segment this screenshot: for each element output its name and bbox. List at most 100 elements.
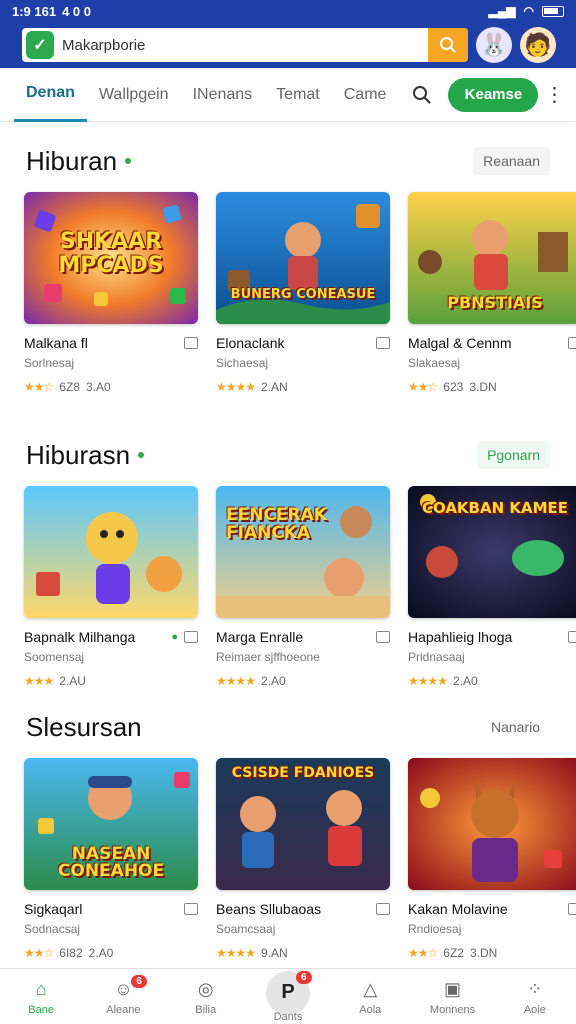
download-count: 3.A0 bbox=[85, 380, 111, 394]
game-title: Marga Enralle bbox=[216, 629, 304, 645]
nav-aleane[interactable]: ☺ 6 Aleane bbox=[82, 969, 164, 1024]
game-thumbnail[interactable] bbox=[408, 758, 576, 890]
nav-aola[interactable]: △ Aola bbox=[329, 969, 411, 1024]
bookmark-icon[interactable] bbox=[376, 903, 390, 915]
game-thumbnail[interactable]: SHKAAR MPCADS bbox=[24, 192, 198, 324]
bookmark-icon[interactable] bbox=[184, 903, 198, 915]
game-thumbnail[interactable] bbox=[24, 486, 198, 618]
game-card[interactable]: PBNSTIAIS Malgal & Cennm Slakaesaj ★★☆ 6… bbox=[408, 192, 576, 394]
search-bar[interactable]: ✓ Makarpborie bbox=[22, 28, 468, 62]
game-subtitle: Soamcsaaj bbox=[216, 922, 276, 936]
notification-badge: 6 bbox=[295, 971, 312, 984]
home-icon: ⌂ bbox=[35, 978, 47, 999]
signal-icon: ▂▄▆ bbox=[488, 4, 516, 18]
section-dot bbox=[138, 452, 145, 458]
game-card[interactable]: EENCERAK FIANCKA Marga Enralle Reimaer s… bbox=[216, 486, 390, 688]
game-thumbnail[interactable]: NASEAN CONEAHOE bbox=[24, 758, 198, 890]
game-subtitle: Rndioesaj bbox=[408, 922, 462, 936]
bookmark-icon[interactable] bbox=[376, 631, 390, 643]
nav-home[interactable]: ⌂ Bane bbox=[0, 969, 82, 1024]
game-subtitle: Slakaesaj bbox=[408, 356, 461, 370]
search-input[interactable]: Makarpborie bbox=[54, 37, 428, 54]
download-count: 2.A0 bbox=[261, 674, 286, 688]
section-title: Slesursan bbox=[26, 711, 142, 742]
section-see-more-link[interactable]: Nanario bbox=[481, 713, 550, 741]
nav-aoie[interactable]: ⁘ Aoie bbox=[494, 969, 576, 1024]
download-count: 2.A0 bbox=[453, 674, 478, 688]
tab-denan[interactable]: Denan bbox=[14, 68, 87, 122]
compass-icon: ◎ bbox=[197, 978, 214, 999]
game-title: Elonaclank bbox=[216, 335, 285, 351]
bookmark-icon[interactable] bbox=[184, 337, 198, 349]
game-thumbnail[interactable]: BUNERG CONEASUE bbox=[216, 192, 390, 324]
rating-stars: ★★☆ bbox=[408, 380, 438, 394]
avatar-character-2[interactable]: 🧑 bbox=[520, 27, 556, 63]
rating-stars: ★★★ bbox=[24, 674, 54, 688]
game-subtitle: Sichaesaj bbox=[216, 356, 269, 370]
bookmark-icon[interactable] bbox=[376, 337, 390, 349]
download-count: 2.A0 bbox=[88, 946, 114, 960]
game-card[interactable]: SHKAAR MPCADS Malkana fl Sorlnesaj ★★☆ 6… bbox=[24, 192, 198, 394]
game-thumbnail[interactable]: COAKBAN KAMEE bbox=[408, 486, 576, 618]
bookmark-icon[interactable] bbox=[568, 337, 576, 349]
section-title: Hiburan bbox=[26, 145, 118, 176]
rating-stars: ★★★★ bbox=[216, 946, 256, 960]
game-title: Malkana fl bbox=[24, 335, 88, 351]
thumbnail-art-title: BUNERG CONEASUE bbox=[230, 287, 376, 302]
more-vertical-icon[interactable]: ⋮ bbox=[542, 79, 566, 111]
section-see-more-link[interactable]: Pgonarn bbox=[477, 441, 550, 469]
tab-temat[interactable]: Temat bbox=[264, 68, 332, 122]
battery-icon bbox=[542, 5, 564, 17]
tab-inenans[interactable]: INenans bbox=[181, 68, 265, 122]
nav-monnens[interactable]: ▣ Monnens bbox=[411, 969, 493, 1024]
section-dot bbox=[125, 158, 132, 164]
tab-search-button[interactable] bbox=[406, 79, 438, 111]
avatar-character-1[interactable]: 🐰 bbox=[476, 27, 512, 63]
verified-icon: ● bbox=[171, 631, 178, 643]
search-button[interactable] bbox=[428, 28, 468, 62]
section-3: Slesursan Nanario NASEAN CONEAHOE Sigkaq… bbox=[0, 706, 576, 960]
game-thumbnail[interactable]: PBNSTIAIS bbox=[408, 192, 576, 324]
section-1: Hiburan Reanaan SHKAAR MPCADS Malkana fl… bbox=[0, 140, 576, 394]
game-card[interactable]: BUNERG CONEASUE Elonaclank Sichaesaj ★★★… bbox=[216, 192, 390, 394]
game-card[interactable]: Bapnalk Milhanga ● Soomensaj ★★★ 2.AU bbox=[24, 486, 198, 688]
game-title: Sigkaqarl bbox=[24, 901, 83, 917]
status-time: 1:9 161 bbox=[12, 3, 57, 19]
game-card[interactable]: Kakan Molavine Rndioesaj ★★☆ 6Z2 3.DN bbox=[408, 758, 576, 960]
thumbnail-art-title: COAKBAN KAMEE bbox=[421, 499, 569, 517]
thumbnail-art-title: PBNSTIAIS bbox=[447, 293, 543, 312]
keamse-button[interactable]: Keamse bbox=[448, 77, 539, 112]
app-header: ✓ Makarpborie 🐰 🧑 bbox=[0, 22, 576, 68]
game-subtitle: Pridnasaaj bbox=[408, 650, 465, 664]
thumbnail-art-title: NASEAN CONEAHOE bbox=[57, 844, 165, 881]
tab-wallpgein[interactable]: Wallpgein bbox=[87, 68, 181, 122]
tab-came[interactable]: Came bbox=[332, 68, 399, 122]
rating-stars: ★★☆ bbox=[24, 380, 54, 394]
game-card[interactable]: NASEAN CONEAHOE Sigkaqarl Sodnacsaj ★★☆ … bbox=[24, 758, 198, 960]
game-title: Beans Sllubaoas bbox=[216, 901, 322, 917]
apps-icon: ⁘ bbox=[527, 978, 543, 999]
rating-stars: ★★★★ bbox=[216, 674, 256, 688]
rating-text: 623 bbox=[443, 380, 464, 394]
notification-badge: 6 bbox=[131, 975, 147, 988]
app-logo-icon[interactable]: ✓ bbox=[26, 31, 54, 59]
rating-stars: ★★★★ bbox=[216, 380, 256, 394]
game-title: Kakan Molavine bbox=[408, 901, 508, 917]
bookmark-icon[interactable] bbox=[568, 903, 576, 915]
game-card[interactable]: CSISDE FDANIOES Beans Sllubaoas Soamcsaa… bbox=[216, 758, 390, 960]
status-notification-icons: 4 0 0 bbox=[62, 3, 92, 19]
bookmark-icon[interactable] bbox=[568, 631, 576, 643]
tent-icon: △ bbox=[363, 978, 378, 999]
game-card[interactable]: COAKBAN KAMEE Hapahlieig lhoga Pridnasaa… bbox=[408, 486, 576, 688]
section-see-more-link[interactable]: Reanaan bbox=[473, 147, 550, 175]
game-thumbnail[interactable]: EENCERAK FIANCKA bbox=[216, 486, 390, 618]
bookmark-icon[interactable] bbox=[184, 631, 198, 643]
game-subtitle: Sodnacsaj bbox=[24, 922, 81, 936]
nav-bilia[interactable]: ◎ Bilia bbox=[165, 969, 247, 1024]
download-count: 2.AU bbox=[59, 674, 86, 688]
rating-stars: ★★☆ bbox=[408, 946, 438, 960]
download-count: 2.AN bbox=[261, 380, 288, 394]
rating-text: 6Z2 bbox=[443, 946, 464, 960]
nav-dants[interactable]: P 6 Dants bbox=[247, 969, 329, 1024]
game-thumbnail[interactable]: CSISDE FDANIOES bbox=[216, 758, 390, 890]
